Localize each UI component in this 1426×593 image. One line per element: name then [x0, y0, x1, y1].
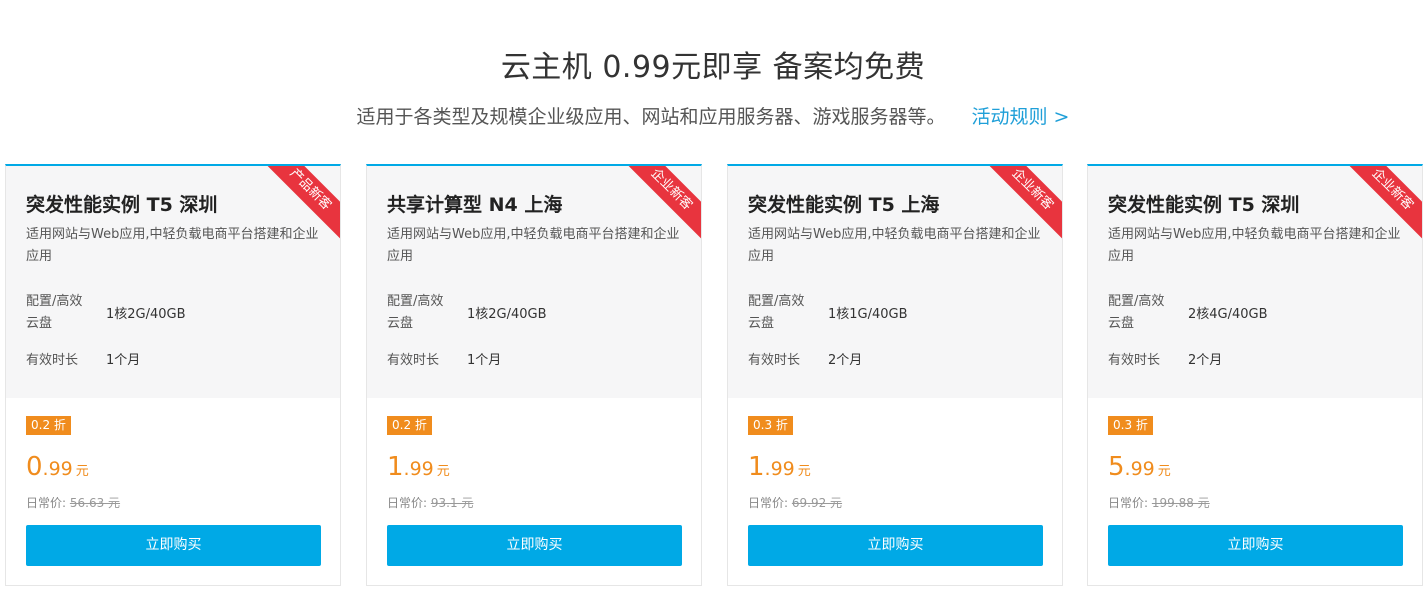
- card-title: 共享计算型 N4 上海: [387, 194, 563, 216]
- spec-label: 配置/高效云盘: [748, 294, 805, 331]
- page-subtitle: 适用于各类型及规模企业级应用、网站和应用服务器、游戏服务器等。 活动规则 >: [0, 102, 1426, 129]
- card-description: 适用网站与Web应用,中轻负载电商平台搭建和企业应用: [26, 227, 319, 264]
- duration-value: 2个月: [828, 353, 863, 368]
- duration-label: 有效时长: [387, 353, 440, 368]
- spec-label: 配置/高效云盘: [26, 294, 83, 331]
- product-card: 企业新客 突发性能实例 T5 上海 适用网站与Web应用,中轻负载电商平台搭建和…: [727, 164, 1063, 586]
- price-unit: 元: [436, 464, 450, 479]
- discount-badge: 0.2 折: [26, 416, 71, 435]
- duration-value: 1个月: [467, 353, 502, 368]
- regular-price: 日常价: 93.1 元: [387, 494, 473, 511]
- regular-price: 日常价: 56.63 元: [26, 494, 120, 511]
- card-title: 突发性能实例 T5 深圳: [1108, 194, 1300, 216]
- spec-value: 1核2G/40GB: [467, 307, 547, 322]
- spec-value: 2核4G/40GB: [1188, 307, 1268, 322]
- discount-badge: 0.2 折: [387, 416, 432, 435]
- spec-label: 配置/高效云盘: [387, 294, 444, 331]
- product-card: 产品新客 突发性能实例 T5 深圳 适用网站与Web应用,中轻负载电商平台搭建和…: [5, 164, 341, 586]
- activity-rules-link[interactable]: 活动规则 >: [972, 106, 1070, 128]
- card-title: 突发性能实例 T5 上海: [748, 194, 940, 216]
- card-description: 适用网站与Web应用,中轻负载电商平台搭建和企业应用: [1108, 227, 1401, 264]
- regular-price-label: 日常价:: [748, 496, 789, 510]
- card-description: 适用网站与Web应用,中轻负载电商平台搭建和企业应用: [748, 227, 1041, 264]
- duration-label: 有效时长: [1108, 353, 1161, 368]
- buy-now-button[interactable]: 立即购买: [748, 525, 1043, 566]
- duration-label: 有效时长: [748, 353, 801, 368]
- price: 5.99 元: [1108, 452, 1171, 482]
- buy-now-button[interactable]: 立即购买: [26, 525, 321, 566]
- duration-value: 1个月: [106, 353, 141, 368]
- price: 0.99 元: [26, 452, 89, 482]
- buy-now-button[interactable]: 立即购买: [387, 525, 682, 566]
- product-card: 企业新客 突发性能实例 T5 深圳 适用网站与Web应用,中轻负载电商平台搭建和…: [1087, 164, 1423, 586]
- price-decimal: .99: [403, 458, 434, 480]
- duration-value: 2个月: [1188, 353, 1223, 368]
- price-decimal: .99: [1124, 458, 1155, 480]
- discount-badge: 0.3 折: [1108, 416, 1153, 435]
- card-description: 适用网站与Web应用,中轻负载电商平台搭建和企业应用: [387, 227, 680, 264]
- regular-price-value: 56.63 元: [69, 496, 121, 510]
- regular-price: 日常价: 199.88 元: [1108, 494, 1210, 511]
- product-card: 企业新客 共享计算型 N4 上海 适用网站与Web应用,中轻负载电商平台搭建和企…: [366, 164, 702, 586]
- price-decimal: .99: [42, 458, 73, 480]
- price-integer: 1: [387, 452, 404, 482]
- regular-price-label: 日常价:: [387, 496, 428, 510]
- page-title: 云主机 0.99元即享 备案均免费: [500, 50, 926, 85]
- product-cards: 产品新客 突发性能实例 T5 深圳 适用网站与Web应用,中轻负载电商平台搭建和…: [5, 164, 1423, 586]
- regular-price-value: 93.1 元: [430, 496, 474, 510]
- regular-price-label: 日常价:: [26, 496, 67, 510]
- discount-badge: 0.3 折: [748, 416, 793, 435]
- price-unit: 元: [1157, 464, 1171, 479]
- price-integer: 5: [1108, 452, 1125, 482]
- duration-label: 有效时长: [26, 353, 79, 368]
- price: 1.99 元: [387, 452, 450, 482]
- price-unit: 元: [75, 464, 89, 479]
- spec-value: 1核2G/40GB: [106, 307, 186, 322]
- spec-label: 配置/高效云盘: [1108, 294, 1165, 331]
- spec-value: 1核1G/40GB: [828, 307, 908, 322]
- regular-price-value: 69.92 元: [791, 496, 843, 510]
- regular-price-value: 199.88 元: [1151, 496, 1210, 510]
- price: 1.99 元: [748, 452, 811, 482]
- subtitle-text: 适用于各类型及规模企业级应用、网站和应用服务器、游戏服务器等。: [356, 106, 946, 128]
- price-integer: 1: [748, 452, 765, 482]
- card-title: 突发性能实例 T5 深圳: [26, 194, 218, 216]
- price-integer: 0: [26, 452, 43, 482]
- price-unit: 元: [797, 464, 811, 479]
- regular-price-label: 日常价:: [1108, 496, 1149, 510]
- price-decimal: .99: [764, 458, 795, 480]
- buy-now-button[interactable]: 立即购买: [1108, 525, 1403, 566]
- regular-price: 日常价: 69.92 元: [748, 494, 842, 511]
